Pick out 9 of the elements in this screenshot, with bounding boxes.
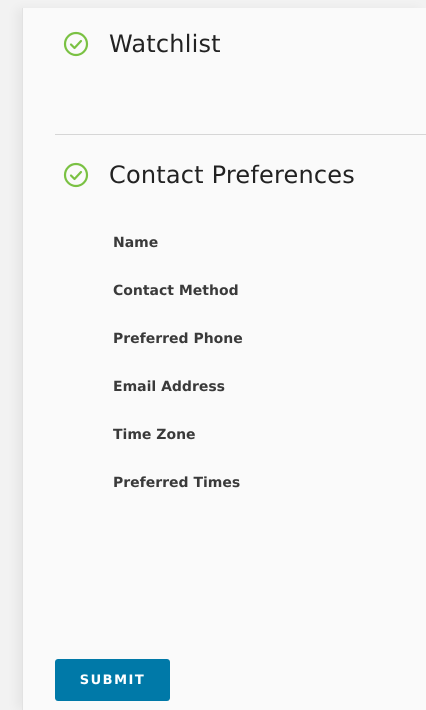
field-label: Email Address [113,378,226,397]
field-label: Preferred Times [113,474,242,493]
field-label: Contact Method [113,282,240,301]
field-label: Name [113,234,160,253]
submit-button[interactable]: SUBMIT [55,659,170,701]
section-title: Contact Preferences [109,161,355,189]
field-label: Time Zone [113,426,197,445]
field-label: Preferred Phone [113,330,244,349]
section-title: Watchlist [109,30,221,58]
